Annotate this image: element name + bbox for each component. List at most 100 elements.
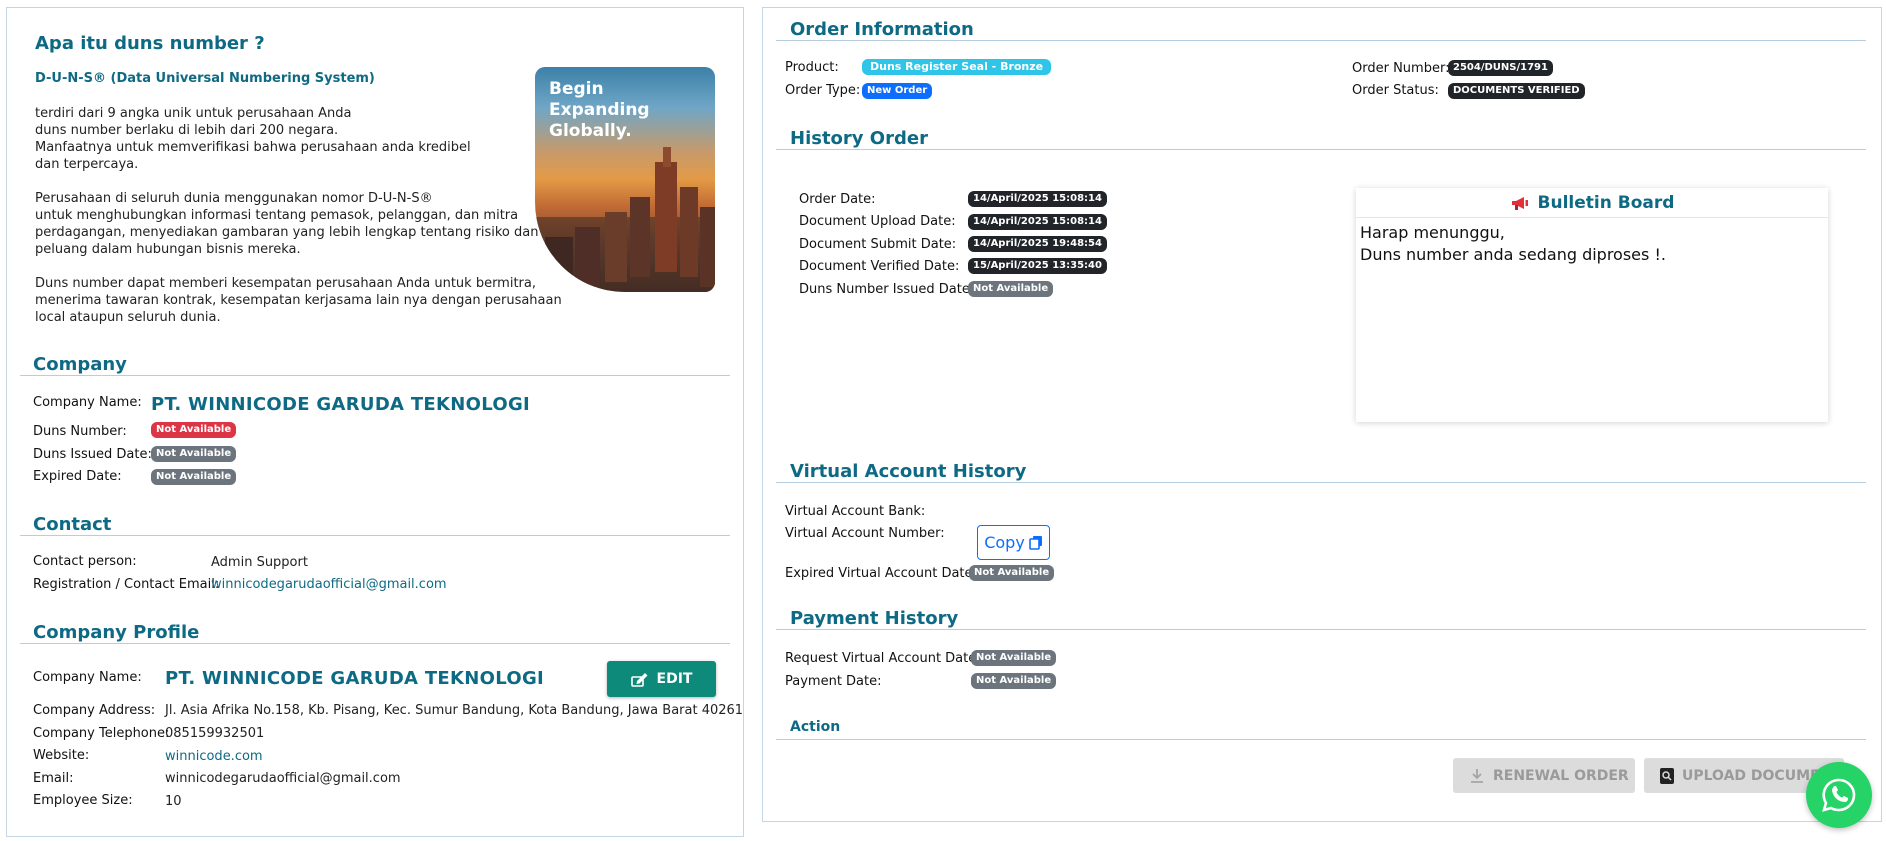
company-name-label: Company Name: bbox=[33, 395, 142, 410]
website-link[interactable]: winnicode.com bbox=[165, 749, 263, 764]
contact-heading: Contact bbox=[33, 514, 112, 535]
website-label: Website: bbox=[33, 748, 90, 763]
divider bbox=[776, 149, 1866, 150]
contact-person-label: Contact person: bbox=[33, 554, 137, 569]
history-value-submit-date: 14/April/2025 19:48:54 bbox=[968, 236, 1107, 252]
company-telephone-value: 085159932501 bbox=[165, 726, 265, 741]
intro-paragraph-2: Perusahaan di seluruh dunia menggunakan … bbox=[35, 190, 538, 258]
history-label-order-date: Order Date: bbox=[799, 192, 876, 207]
duns-issued-label: Duns Issued Date: bbox=[33, 447, 152, 462]
order-status-label: Order Status: bbox=[1352, 83, 1439, 98]
whatsapp-icon bbox=[1822, 778, 1856, 812]
intro-line: peluang dalam hubungan bisnis mereka. bbox=[35, 242, 301, 257]
employee-size-value: 10 bbox=[165, 794, 182, 809]
renewal-icon bbox=[1471, 768, 1483, 783]
company-heading: Company bbox=[33, 354, 127, 375]
intro-line: menerima tawaran kontrak, kesempatan ker… bbox=[35, 293, 562, 308]
payment-date-label: Payment Date: bbox=[785, 674, 882, 689]
company-address-value: Jl. Asia Afrika No.158, Kb. Pisang, Kec.… bbox=[165, 703, 744, 718]
action-heading: Action bbox=[790, 719, 841, 735]
contact-person-value: Admin Support bbox=[211, 555, 308, 570]
history-value-issued-date: Not Available bbox=[968, 281, 1054, 297]
request-va-date-badge: Not Available bbox=[971, 650, 1057, 666]
divider bbox=[20, 375, 730, 376]
divider bbox=[776, 629, 1866, 630]
edit-button[interactable]: EDIT bbox=[607, 661, 716, 697]
bulletin-board-header: Bulletin Board bbox=[1356, 188, 1828, 218]
company-name: PT. WINNICODE GARUDA TEKNOLOGI bbox=[151, 394, 531, 415]
intro-line: Manfaatnya untuk memverifikasi bahwa per… bbox=[35, 140, 471, 155]
megaphone-icon bbox=[1511, 196, 1528, 210]
va-expired-badge: Not Available bbox=[969, 565, 1055, 581]
promo-image: Begin Expanding Globally. bbox=[535, 67, 715, 292]
divider bbox=[776, 482, 1866, 483]
profile-name-label: Company Name: bbox=[33, 670, 142, 685]
va-bank-label: Virtual Account Bank: bbox=[785, 504, 926, 519]
order-type-label: Order Type: bbox=[785, 83, 861, 98]
intro-paragraph-3: Duns number dapat memberi kesempatan per… bbox=[35, 275, 562, 326]
company-address-label: Company Address: bbox=[33, 703, 156, 718]
intro-line: duns number berlaku di lebih dari 200 ne… bbox=[35, 123, 339, 138]
bulletin-board-title: Bulletin Board bbox=[1537, 192, 1675, 213]
renewal-order-button[interactable]: RENEWAL ORDER bbox=[1453, 758, 1635, 793]
promo-text: Begin Expanding Globally. bbox=[549, 79, 650, 142]
intro-title: Apa itu duns number ? bbox=[35, 33, 265, 54]
intro-line: local ataupun seluruh dunia. bbox=[35, 310, 221, 325]
edit-icon bbox=[630, 673, 648, 687]
history-value-upload-date: 14/April/2025 15:08:14 bbox=[968, 214, 1107, 230]
whatsapp-button[interactable] bbox=[1806, 762, 1872, 828]
edit-button-label: EDIT bbox=[656, 671, 693, 687]
divider bbox=[20, 643, 730, 644]
history-label-upload-date: Document Upload Date: bbox=[799, 214, 956, 229]
bulletin-board: Bulletin Board Harap menunggu, Duns numb… bbox=[1356, 188, 1828, 422]
copy-button-label: Copy bbox=[984, 533, 1025, 552]
history-label-submit-date: Document Submit Date: bbox=[799, 237, 957, 252]
history-order-heading: History Order bbox=[790, 128, 928, 149]
order-number-label: Order Number: bbox=[1352, 61, 1450, 76]
history-value-verified-date: 15/April/2025 13:35:40 bbox=[968, 258, 1107, 274]
copy-button[interactable]: Copy bbox=[977, 525, 1050, 560]
intro-line: Duns number dapat memberi kesempatan per… bbox=[35, 276, 537, 291]
order-status-badge: DOCUMENTS VERIFIED bbox=[1448, 83, 1585, 99]
intro-line: terdiri dari 9 angka unik untuk perusaha… bbox=[35, 106, 352, 121]
profile-company-name: PT. WINNICODE GARUDA TEKNOLOGI bbox=[165, 668, 545, 689]
payment-history-heading: Payment History bbox=[790, 608, 959, 629]
profile-email-value: winnicodegarudaofficial@gmail.com bbox=[165, 771, 401, 786]
expired-date-label: Expired Date: bbox=[33, 469, 122, 484]
intro-subtitle: D-U-N-S® (Data Universal Numbering Syste… bbox=[35, 71, 375, 86]
history-value-order-date: 14/April/2025 15:08:14 bbox=[968, 191, 1107, 207]
request-va-date-label: Request Virtual Account Date: bbox=[785, 651, 981, 666]
intro-line: Perusahaan di seluruh dunia menggunakan … bbox=[35, 191, 433, 206]
history-label-issued-date: Duns Number Issued Date: bbox=[799, 282, 975, 297]
duns-issued-badge: Not Available bbox=[151, 446, 237, 462]
company-profile-heading: Company Profile bbox=[33, 622, 200, 643]
promo-line: Globally. bbox=[549, 121, 632, 141]
profile-email-label: Email: bbox=[33, 771, 74, 786]
divider bbox=[776, 739, 1866, 740]
contact-email-link[interactable]: winnicodegarudaofficial@gmail.com bbox=[211, 577, 447, 592]
copy-icon bbox=[1028, 536, 1042, 550]
employee-size-label: Employee Size: bbox=[33, 793, 133, 808]
history-label-verified-date: Document Verified Date: bbox=[799, 259, 960, 274]
order-info-heading: Order Information bbox=[790, 19, 974, 40]
upload-document-icon bbox=[1660, 767, 1674, 784]
intro-line: dan terpercaya. bbox=[35, 157, 139, 172]
intro-line: perdagangan, menyediakan gambaran yang l… bbox=[35, 225, 539, 240]
intro-paragraph-1: terdiri dari 9 angka unik untuk perusaha… bbox=[35, 105, 471, 173]
payment-date-badge: Not Available bbox=[971, 673, 1057, 689]
va-number-label: Virtual Account Number: bbox=[785, 526, 945, 541]
va-expired-label: Expired Virtual Account Date: bbox=[785, 566, 977, 581]
contact-email-label: Registration / Contact Email: bbox=[33, 577, 220, 592]
duns-number-badge: Not Available bbox=[151, 422, 237, 438]
divider bbox=[776, 40, 1866, 41]
divider bbox=[20, 535, 730, 536]
promo-line: Begin bbox=[549, 79, 604, 99]
renewal-order-label: RENEWAL ORDER bbox=[1493, 767, 1629, 784]
promo-line: Expanding bbox=[549, 100, 650, 120]
va-history-heading: Virtual Account History bbox=[790, 461, 1027, 482]
order-number-badge: 2504/DUNS/1791 bbox=[1448, 60, 1553, 76]
order-type-badge: New Order bbox=[862, 83, 933, 99]
intro-line: untuk menghubungkan informasi tentang pe… bbox=[35, 208, 519, 223]
bulletin-board-message: Harap menunggu, Duns number anda sedang … bbox=[1360, 223, 1666, 264]
product-badge: Duns Register Seal - Bronze bbox=[862, 59, 1052, 75]
